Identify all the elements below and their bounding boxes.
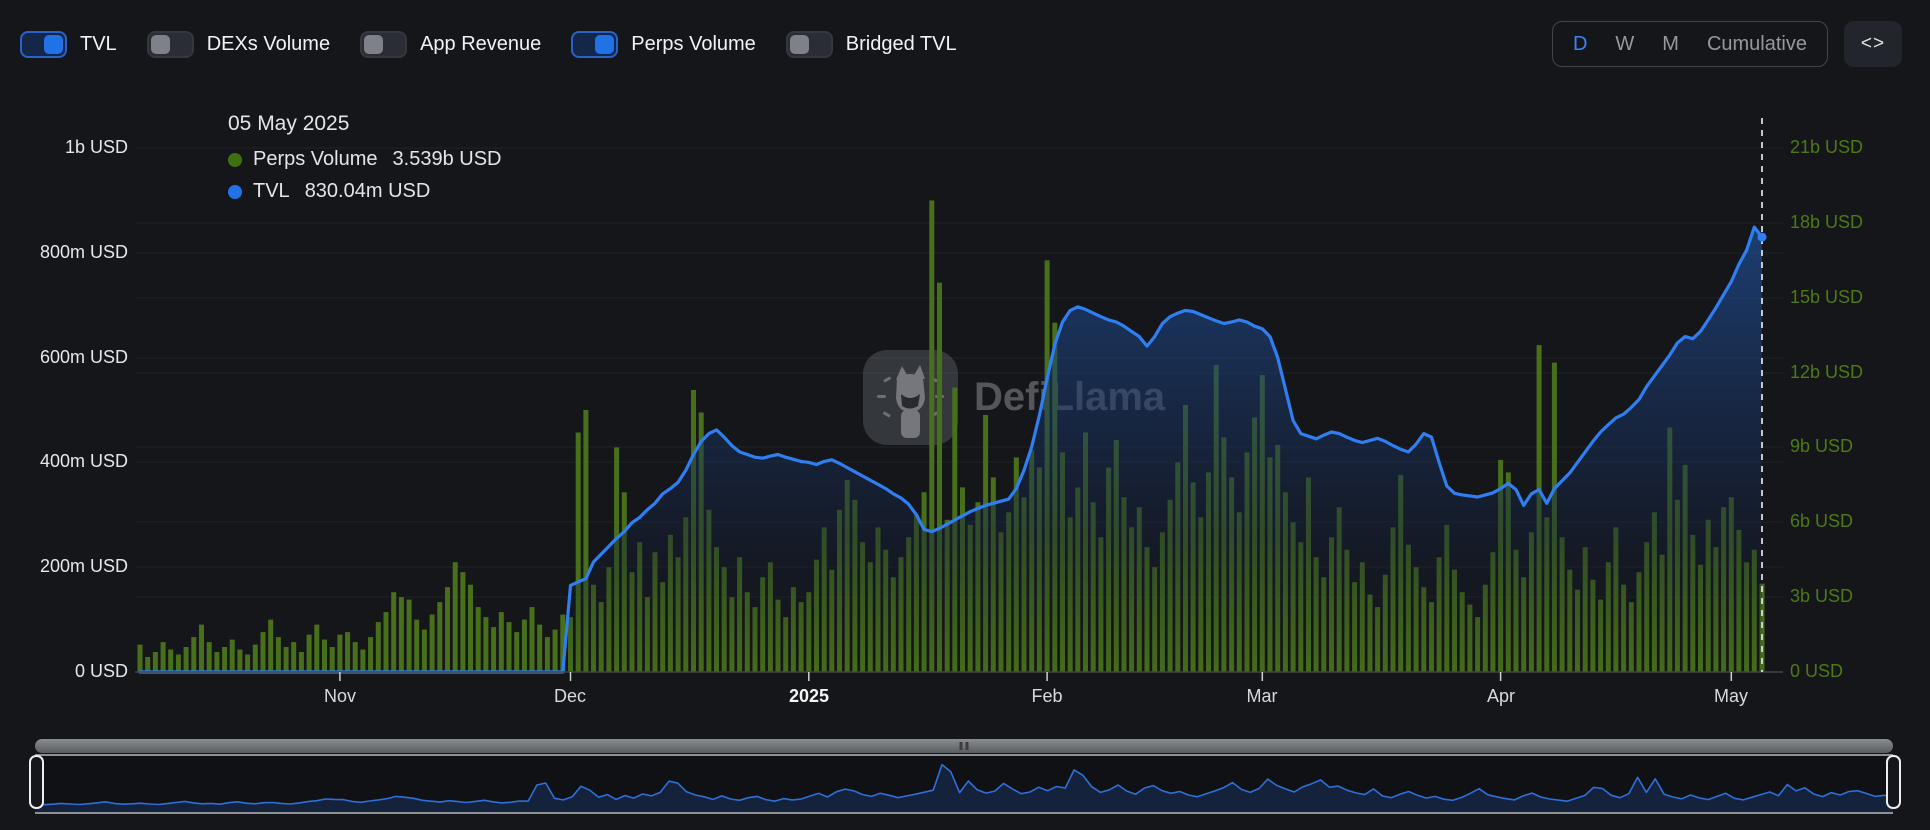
- interval-weekly-button[interactable]: W: [1615, 33, 1634, 56]
- perps-volume-toggle-label: Perps Volume: [631, 33, 756, 56]
- app-revenue-toggle-label: App Revenue: [420, 33, 541, 56]
- tooltip-series-value: 3.539b USD: [393, 148, 502, 171]
- right-axis-tick: 18b USD: [1790, 212, 1863, 233]
- brush-handle-right[interactable]: [1886, 755, 1901, 809]
- tvl-toggle-label: TVL: [80, 33, 117, 56]
- right-axis-tick: 3b USD: [1790, 586, 1853, 607]
- right-axis-tick: 21b USD: [1790, 137, 1863, 158]
- perps-volume-dot-icon: [228, 153, 242, 167]
- interval-cumulative-button[interactable]: Cumulative: [1707, 33, 1807, 56]
- perps-volume-toggle[interactable]: [571, 31, 618, 58]
- brush-minichart[interactable]: [35, 754, 1893, 814]
- toggle-item-perps-volume: Perps Volume: [571, 31, 756, 58]
- tooltip-series-value: 830.04m USD: [305, 180, 431, 203]
- interval-selector: D W M Cumulative: [1552, 21, 1828, 67]
- brush-scrollbar[interactable]: [35, 739, 1893, 753]
- chart-tooltip: 05 May 2025 Perps Volume 3.539b USD TVL …: [228, 112, 501, 203]
- tooltip-row-tvl: TVL 830.04m USD: [228, 180, 501, 203]
- toggle-knob: [595, 35, 614, 54]
- toggle-item-tvl: TVL: [20, 31, 117, 58]
- right-axis-tick: 15b USD: [1790, 287, 1863, 308]
- brush-handle-left[interactable]: [29, 755, 44, 809]
- code-icon: <>: [1861, 33, 1885, 55]
- toggle-knob: [151, 35, 170, 54]
- bridged-tvl-toggle[interactable]: [786, 31, 833, 58]
- bridged-tvl-toggle-label: Bridged TVL: [846, 33, 957, 56]
- left-axis-tick: 1b USD: [0, 137, 128, 158]
- app-revenue-toggle[interactable]: [360, 31, 407, 58]
- embed-button[interactable]: <>: [1844, 21, 1902, 67]
- scrollbar-grip-icon[interactable]: [960, 742, 969, 750]
- toggle-knob: [790, 35, 809, 54]
- interval-monthly-button[interactable]: M: [1662, 33, 1679, 56]
- tvl-toggle[interactable]: [20, 31, 67, 58]
- defillama-chart-panel: TVL DEXs Volume App Revenue Perps Volume…: [0, 0, 1930, 830]
- interval-daily-button[interactable]: D: [1573, 33, 1587, 56]
- toggle-item-dexs-volume: DEXs Volume: [147, 31, 330, 58]
- tooltip-series-name: TVL: [253, 180, 290, 203]
- left-axis-tick: 400m USD: [0, 451, 128, 472]
- left-axis-tick: 600m USD: [0, 347, 128, 368]
- right-axis-tick: 6b USD: [1790, 511, 1853, 532]
- right-axis-tick: 9b USD: [1790, 436, 1853, 457]
- left-axis-tick: 800m USD: [0, 242, 128, 263]
- toggle-item-bridged-tvl: Bridged TVL: [786, 31, 957, 58]
- left-axis-tick: 0 USD: [0, 661, 128, 682]
- toggle-item-app-revenue: App Revenue: [360, 31, 541, 58]
- right-axis-tick: 0 USD: [1790, 661, 1843, 682]
- toggle-knob: [44, 35, 63, 54]
- toggle-knob: [364, 35, 383, 54]
- dexs-volume-toggle[interactable]: [147, 31, 194, 58]
- left-axis-tick: 200m USD: [0, 556, 128, 577]
- tvl-dot-icon: [228, 185, 242, 199]
- tooltip-date: 05 May 2025: [228, 112, 501, 136]
- tooltip-series-name: Perps Volume: [253, 148, 378, 171]
- right-axis-tick: 12b USD: [1790, 362, 1863, 383]
- dexs-volume-toggle-label: DEXs Volume: [207, 33, 330, 56]
- tooltip-row-perps: Perps Volume 3.539b USD: [228, 148, 501, 171]
